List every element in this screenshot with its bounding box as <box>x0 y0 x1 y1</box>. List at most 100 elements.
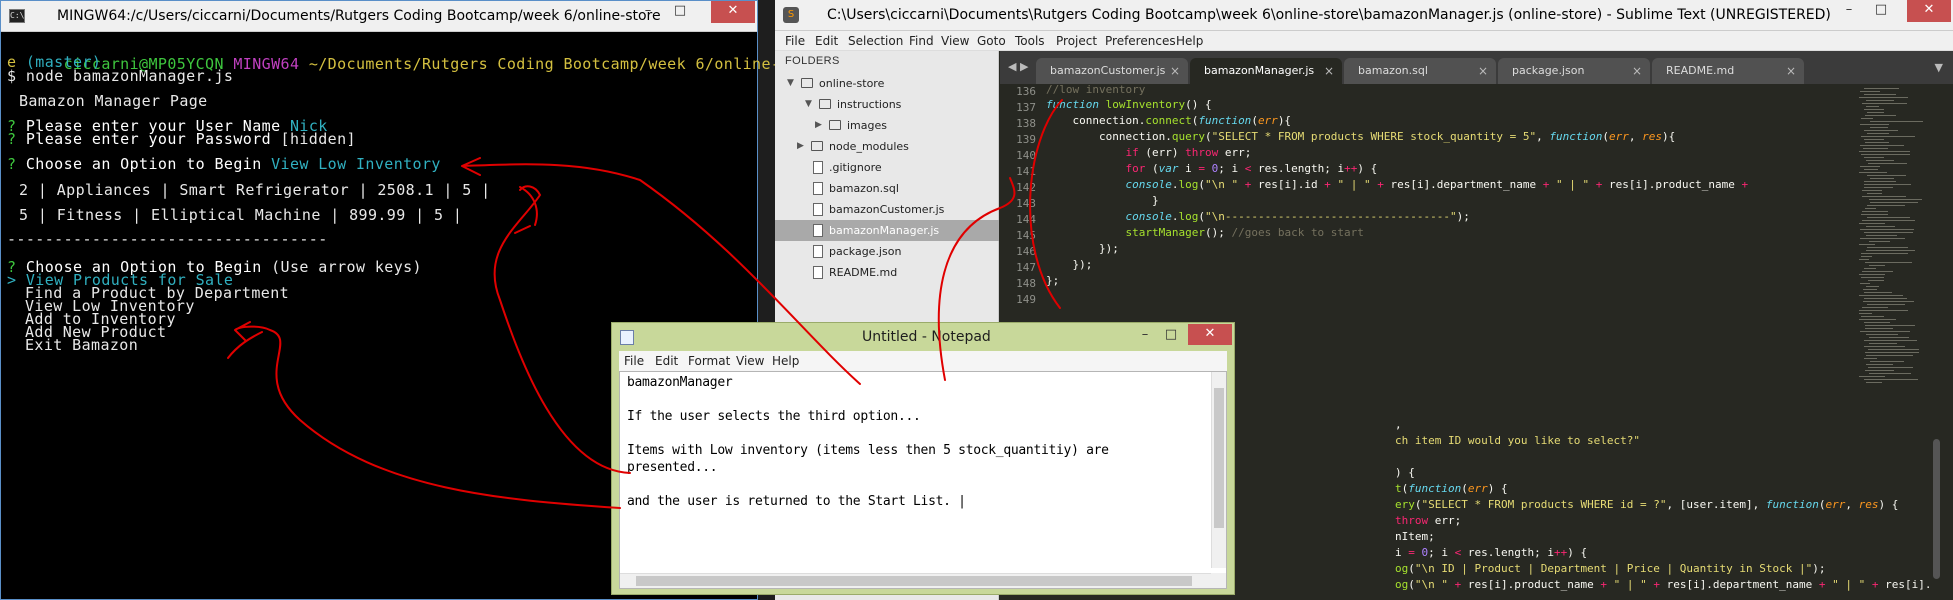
notepad-maximize-button[interactable]: □ <box>1156 325 1186 347</box>
tab-close-icon[interactable]: × <box>1478 58 1488 84</box>
scroll-thumb[interactable] <box>636 576 1192 586</box>
tree-item-bamazon-sql[interactable]: bamazon.sql <box>775 178 999 199</box>
tree-item-images[interactable]: ▶ images <box>775 115 999 136</box>
code-line: connection.query("SELECT * FROM products… <box>1046 130 1676 143</box>
menu-option-exit[interactable]: Exit Bamazon <box>25 338 138 353</box>
minimap-line <box>1859 244 1875 245</box>
notepad-vertical-scrollbar[interactable] <box>1211 372 1226 568</box>
tree-item-instructions[interactable]: ▼ instructions <box>775 94 999 115</box>
prompt-shell: MINGW64 <box>233 55 300 73</box>
notepad-titlebar[interactable]: Untitled - Notepad – □ ✕ <box>612 323 1234 351</box>
terminal-close-button[interactable]: ✕ <box>711 1 755 23</box>
tab-close-icon[interactable]: × <box>1632 58 1642 84</box>
sublime-titlebar[interactable]: S C:\Users\ciccarni\Documents\Rutgers Co… <box>775 0 1953 31</box>
terminal-titlebar[interactable]: C:\ MINGW64:/c/Users/ciccarni/Documents/… <box>1 1 757 32</box>
menu-find[interactable]: Find <box>909 34 934 48</box>
np-menu-view[interactable]: View <box>736 354 764 368</box>
notepad-close-button[interactable]: ✕ <box>1188 324 1232 345</box>
tab-bamazon-customer[interactable]: bamazonCustomer.js × <box>1036 58 1188 84</box>
menu-tools[interactable]: Tools <box>1015 34 1045 48</box>
tab-package-json[interactable]: package.json × <box>1498 58 1650 84</box>
minimap-line <box>1860 238 1905 239</box>
tree-item-gitignore[interactable]: .gitignore <box>775 157 999 178</box>
tree-item-bamazon-manager[interactable]: bamazonManager.js <box>775 220 999 241</box>
minimap-line <box>1862 196 1906 197</box>
tree-item-node-modules[interactable]: ▶ node_modules <box>775 136 999 157</box>
minimap-line <box>1866 235 1897 236</box>
terminal-minimize-button[interactable]: – <box>633 1 663 23</box>
notepad-text-area[interactable]: bamazonManager If the user selects the t… <box>619 371 1227 589</box>
minimap[interactable] <box>1855 84 1925 600</box>
notepad-horizontal-scrollbar[interactable] <box>620 573 1211 588</box>
question-mark: ? <box>7 155 17 173</box>
sublime-maximize-button[interactable]: □ <box>1866 0 1896 22</box>
minimap-line <box>1869 337 1909 338</box>
line-number: 142 <box>1016 181 1036 194</box>
editor-scrollbar[interactable] <box>1930 84 1942 600</box>
menu-view[interactable]: View <box>941 34 969 48</box>
file-icon <box>813 203 823 216</box>
tree-item-readme[interactable]: README.md <box>775 262 999 283</box>
code-line: //low inventory <box>1046 84 1146 96</box>
minimap-line <box>1862 190 1882 191</box>
np-menu-edit[interactable]: Edit <box>655 354 678 368</box>
menu-project[interactable]: Project <box>1056 34 1097 48</box>
tab-readme[interactable]: README.md × <box>1652 58 1804 84</box>
terminal-maximize-button[interactable]: □ <box>665 1 695 23</box>
sublime-icon: S <box>783 7 799 23</box>
line-number: 144 <box>1016 213 1036 226</box>
minimap-line <box>1864 181 1896 182</box>
minimap-line <box>1865 370 1894 371</box>
sublime-minimize-button[interactable]: – <box>1834 0 1864 22</box>
tree-item-bamazon-customer[interactable]: bamazonCustomer.js <box>775 199 999 220</box>
line-number: 146 <box>1016 245 1036 258</box>
terminal-icon: C:\ <box>9 9 25 23</box>
minimap-line <box>1869 343 1897 344</box>
minimap-line <box>1868 349 1919 350</box>
tab-bamazon-manager[interactable]: bamazonManager.js × <box>1190 58 1342 84</box>
line-number: 139 <box>1016 133 1036 146</box>
np-menu-help[interactable]: Help <box>772 354 799 368</box>
code-line-partial: ) { <box>1395 466 1415 479</box>
file-icon <box>813 224 823 237</box>
minimap-line <box>1864 346 1905 347</box>
minimap-line <box>1862 307 1888 308</box>
tree-item-package-json[interactable]: package.json <box>775 241 999 262</box>
tab-dropdown-icon[interactable]: ▼ <box>1935 61 1943 74</box>
scroll-thumb[interactable] <box>1214 388 1224 528</box>
minimap-line <box>1864 88 1899 89</box>
np-menu-file[interactable]: File <box>624 354 644 368</box>
arrow-keys-hint: (Use arrow keys) <box>271 258 422 276</box>
line-number: 143 <box>1016 197 1036 210</box>
line-number: 147 <box>1016 261 1036 274</box>
menu-edit[interactable]: Edit <box>815 34 838 48</box>
editor-scroll-thumb[interactable] <box>1933 439 1940 579</box>
expanded-triangle-icon: ▼ <box>805 99 812 109</box>
menu-help[interactable]: Help <box>1176 34 1203 48</box>
question-mark: ? <box>7 130 17 148</box>
minimap-line <box>1869 241 1890 242</box>
sublime-close-button[interactable]: ✕ <box>1907 0 1951 22</box>
menu-file[interactable]: File <box>785 34 805 48</box>
minimap-line <box>1870 178 1894 179</box>
menu-selection[interactable]: Selection <box>848 34 903 48</box>
tree-item-online-store[interactable]: ▼ online-store <box>775 73 999 94</box>
code-line: }); <box>1046 242 1119 255</box>
menu-goto[interactable]: Goto <box>977 34 1006 48</box>
minimap-line <box>1860 283 1870 284</box>
minimap-line <box>1864 322 1890 323</box>
tab-close-icon[interactable]: × <box>1170 58 1180 84</box>
tab-close-icon[interactable]: × <box>1786 58 1796 84</box>
minimap-line <box>1865 325 1915 326</box>
minimap-line <box>1860 145 1904 146</box>
tab-close-icon[interactable]: × <box>1324 58 1334 84</box>
tab-nav-arrows-icon[interactable]: ◀ ▶ <box>1008 60 1028 73</box>
minimap-line <box>1870 127 1888 128</box>
minimap-line <box>1866 355 1913 356</box>
np-menu-format[interactable]: Format <box>688 354 730 368</box>
code-line-partial: ery("SELECT * FROM products WHERE id = ?… <box>1395 498 1899 511</box>
notepad-window[interactable]: Untitled - Notepad – □ ✕ File Edit Forma… <box>611 322 1235 595</box>
minimap-line <box>1859 151 1910 152</box>
menu-preferences[interactable]: Preferences <box>1105 34 1176 48</box>
tab-bamazon-sql[interactable]: bamazon.sql × <box>1344 58 1496 84</box>
